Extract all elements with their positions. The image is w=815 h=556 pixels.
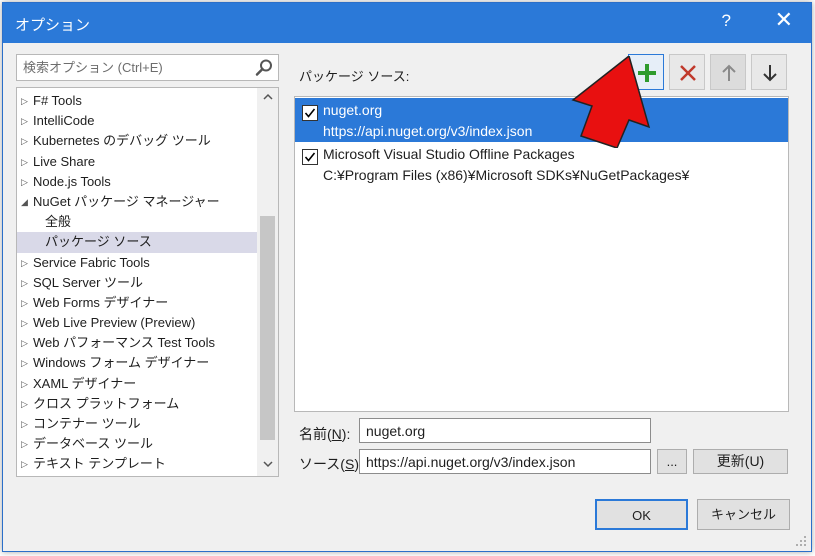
scroll-down-icon[interactable] [257,457,278,474]
ok-button[interactable]: OK [595,499,688,530]
resize-grip-icon[interactable] [795,535,807,547]
source-field[interactable] [359,449,651,474]
name-input[interactable] [360,419,650,442]
package-sources-list: nuget.org https://api.nuget.org/v3/index… [294,96,789,412]
tree-item-label: IntelliCode [33,113,95,129]
tree-item-label: Web パフォーマンス Test Tools [33,335,216,351]
move-down-button[interactable] [751,54,787,90]
name-label: 名前(N): [299,426,351,442]
tree-item[interactable]: ▷ F# Tools [17,91,257,111]
collapsed-arrow-icon[interactable]: ▷ [21,454,33,474]
tree-item[interactable]: ▷ SQL Server ツール [17,273,257,293]
tree-item[interactable]: ▷ Service Fabric Tools [17,253,257,273]
tree-item[interactable]: ▷ Node.js Tools [17,172,257,192]
collapsed-arrow-icon[interactable]: ▷ [21,414,33,434]
package-sources-label: パッケージ ソース: [299,69,410,84]
collapsed-arrow-icon[interactable]: ▷ [21,253,33,273]
collapsed-arrow-icon[interactable]: ▷ [21,111,33,131]
tree-item[interactable]: ▷ Windows フォーム デザイナー [17,353,257,373]
scroll-up-icon[interactable] [257,90,278,107]
source-checkbox[interactable] [302,105,318,121]
arrow-up-icon [722,64,736,81]
collapsed-arrow-icon[interactable]: ▷ [21,131,33,151]
collapsed-arrow-icon[interactable]: ▷ [21,273,33,293]
tree-item-label: F# Tools [33,93,82,108]
tree-item[interactable]: ▷ データベース ツール [17,434,257,454]
tree-item-label: SQL Server ツール [33,274,144,290]
collapsed-arrow-icon[interactable]: ▷ [21,434,33,454]
checkmark-icon [304,108,316,118]
search-box [16,54,279,81]
collapsed-arrow-icon[interactable]: ▷ [21,394,33,414]
tree-item-label: XAML デザイナー [33,375,137,391]
source-row-nuget[interactable]: nuget.org https://api.nuget.org/v3/index… [295,98,788,142]
arrow-down-icon [763,65,777,82]
tree-item-label: Kubernetes のデバッグ ツール [33,133,211,149]
tree-item[interactable]: ▷ テキスト テンプレート [17,454,257,474]
tree-item-label: Web Live Preview (Preview) [33,315,196,331]
search-input[interactable] [17,55,253,80]
cancel-button[interactable]: キャンセル [697,499,790,530]
collapsed-arrow-icon[interactable]: ▷ [21,374,33,394]
tree-item-label: Windows フォーム デザイナー [33,355,210,371]
tree-item-label: Service Fabric Tools [33,254,150,270]
collapsed-arrow-icon[interactable]: ▷ [21,152,33,172]
tree-item[interactable]: ▷ IntelliCode [17,111,257,131]
name-field[interactable] [359,418,651,443]
source-row-offline[interactable]: Microsoft Visual Studio Offline Packages… [295,142,788,186]
expanded-arrow-icon[interactable]: ◢ [21,192,33,212]
collapsed-arrow-icon[interactable]: ▷ [21,172,33,192]
collapsed-arrow-icon[interactable]: ▷ [21,353,33,373]
tree-item[interactable]: パッケージ ソース [17,232,257,253]
dialog-title: オプション [15,17,91,34]
collapsed-arrow-icon[interactable]: ▷ [21,333,33,353]
tree-item-label: クロス プラットフォーム [33,395,180,411]
help-button[interactable]: ? [722,11,731,31]
tree-item-label: コンテナー ツール [33,416,141,431]
tree-item-label: データベース ツール [33,436,153,452]
tree-item[interactable]: ▷ Web Forms デザイナー [17,293,257,313]
source-checkbox[interactable] [302,149,318,165]
tree-item[interactable]: ▷ Kubernetes のデバッグ ツール [17,131,257,151]
tree-list: ▷ F# Tools ▷ IntelliCode ▷ Kubernetes のデバッグ ツ… [17,91,257,475]
tree-item[interactable]: ▷ XAML デザイナー [17,374,257,394]
source-url: https://api.nuget.org/v3/index.json [323,123,533,139]
update-button[interactable]: 更新(U) [693,449,788,474]
tree-item-label: Live Share [33,153,96,169]
source-input[interactable] [360,450,650,473]
source-name: nuget.org [323,102,383,118]
tree-item[interactable]: ▷ Web Live Preview (Preview) [17,313,257,333]
move-up-button[interactable] [710,54,746,90]
tree-item-label: 全般 [45,214,72,230]
tree-item[interactable]: ▷ クロス プラットフォーム [17,394,257,414]
search-icon[interactable] [254,58,274,78]
tree-item[interactable]: 全般 [17,212,257,232]
tree-item-label: Node.js Tools [33,173,111,189]
options-dialog: オプション ? ✕ ▷F# Tools▷IntelliCode▷Kubernet… [2,2,812,552]
browse-button[interactable]: ... [657,449,687,474]
remove-source-button[interactable] [669,54,705,90]
tree-item-label: テキスト テンプレート [33,456,166,472]
checkmark-icon [304,152,316,162]
close-button[interactable]: ✕ [775,9,793,31]
tree-item-label: NuGet パッケージ マネージャー [33,193,220,209]
red-callout-arrow-icon [571,56,651,148]
scroll-thumb[interactable] [260,216,275,440]
x-icon [680,65,696,81]
source-url: C:¥Program Files (x86)¥Microsoft SDKs¥Nu… [323,167,690,183]
source-name: Microsoft Visual Studio Offline Packages [323,146,575,162]
tree-item-label: パッケージ ソース [45,234,152,250]
source-label: ソース(S): [299,456,363,472]
tree-item[interactable]: ▷ Live Share [17,152,257,172]
tree-item[interactable]: ◢ NuGet パッケージ マネージャー [17,192,257,212]
collapsed-arrow-icon[interactable]: ▷ [21,293,33,313]
tree-item[interactable]: ▷ Web パフォーマンス Test Tools [17,333,257,353]
collapsed-arrow-icon[interactable]: ▷ [21,313,33,333]
options-tree: ▷ F# Tools ▷ IntelliCode ▷ Kubernetes のデバッグ ツ… [16,87,279,477]
tree-scrollbar[interactable] [257,88,278,476]
title-bar: オプション ? ✕ [3,3,811,43]
tree-item-label: Web Forms デザイナー [33,294,169,310]
collapsed-arrow-icon[interactable]: ▷ [21,91,33,111]
tree-item[interactable]: ▷ コンテナー ツール [17,414,257,434]
